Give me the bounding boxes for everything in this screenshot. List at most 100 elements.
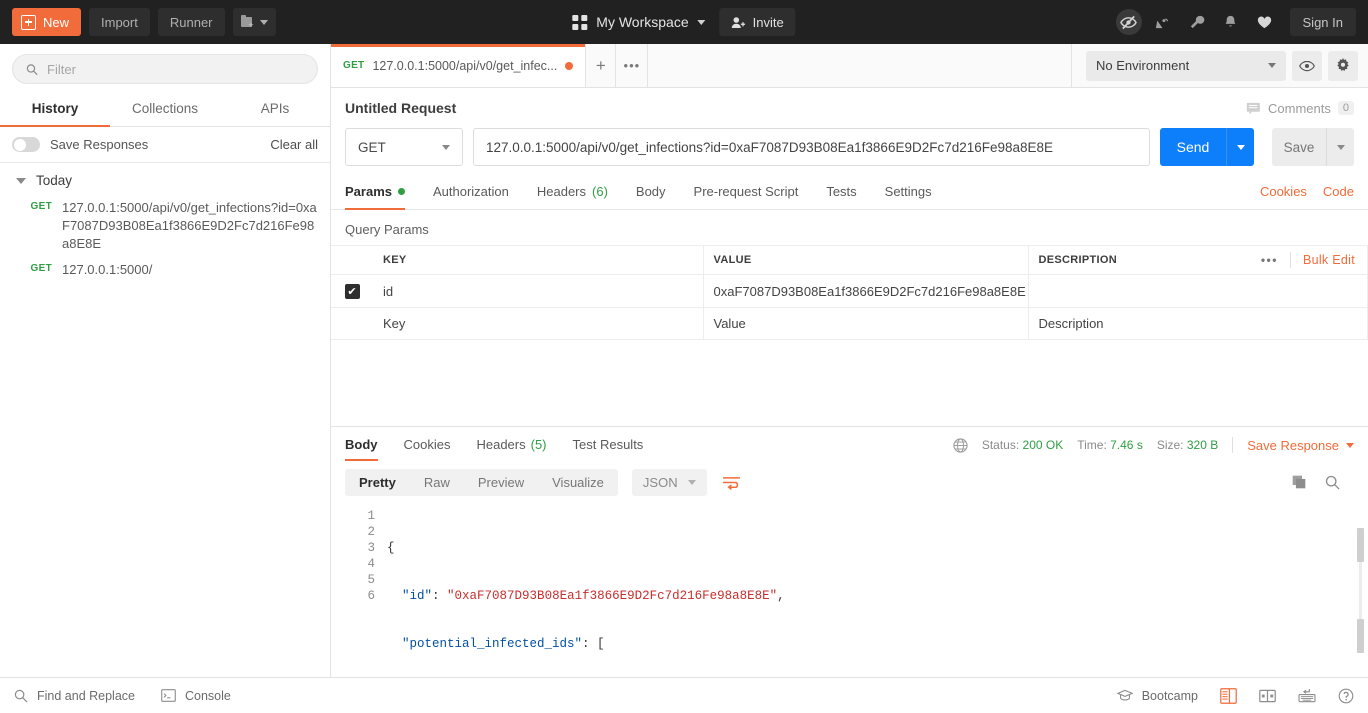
http-method-selector[interactable]: GET — [345, 128, 463, 166]
line-number: 1 — [367, 509, 375, 523]
table-row-empty[interactable]: Key Value Description — [331, 307, 1368, 340]
wrench-icon[interactable] — [1184, 9, 1210, 35]
url-row: GET 127.0.0.1:5000/api/v0/get_infections… — [331, 122, 1368, 176]
status-badge: 200 OK — [1022, 438, 1064, 452]
tab-authorization[interactable]: Authorization — [419, 176, 523, 209]
filter-box[interactable] — [12, 54, 318, 84]
satellite-icon[interactable] — [1150, 9, 1176, 35]
tab-headers[interactable]: Headers (6) — [523, 176, 622, 209]
send-button[interactable]: Send — [1160, 128, 1226, 166]
new-button[interactable]: New — [12, 8, 82, 36]
response-scrollbar-thumb-bottom[interactable] — [1357, 619, 1364, 653]
find-and-replace-button[interactable]: Find and Replace — [14, 689, 135, 703]
history-item[interactable]: GET 127.0.0.1:5000/ — [0, 257, 330, 283]
save-options-button[interactable] — [1326, 128, 1354, 166]
new-folder-dropdown-button[interactable]: + — [232, 8, 276, 36]
new-button-label: New — [43, 14, 70, 30]
bootcamp-button[interactable]: Bootcamp — [1116, 689, 1198, 703]
request-tabs-right: Cookies Code — [1260, 176, 1354, 209]
environment-quick-look-button[interactable] — [1292, 50, 1322, 81]
copy-icon[interactable] — [1292, 475, 1307, 490]
history-group-today[interactable]: Today — [0, 163, 330, 195]
sync-off-icon[interactable] — [1115, 9, 1142, 35]
tab-pre-request-script[interactable]: Pre-request Script — [680, 176, 813, 209]
tab-body[interactable]: Body — [622, 176, 680, 209]
keyboard-icon[interactable] — [1298, 688, 1316, 703]
settings-button[interactable] — [1328, 50, 1358, 81]
word-wrap-button[interactable] — [719, 470, 745, 496]
size-label: Size: — [1156, 438, 1184, 452]
tab-options-button[interactable]: ••• — [616, 44, 649, 87]
chevron-down-icon — [1346, 442, 1354, 448]
comments-button[interactable]: Comments 0 — [1246, 101, 1354, 116]
cookies-link[interactable]: Cookies — [1260, 184, 1307, 199]
invite-button[interactable]: Invite — [719, 8, 796, 36]
filter-wrapper — [0, 44, 330, 92]
save-response-button[interactable]: Save Response — [1247, 438, 1354, 453]
search-icon[interactable] — [1325, 475, 1340, 490]
save-responses-toggle[interactable] — [12, 137, 40, 152]
response-scrollbar-track[interactable] — [1357, 528, 1364, 653]
url-input[interactable]: 127.0.0.1:5000/api/v0/get_infections?id=… — [473, 128, 1150, 166]
send-options-button[interactable] — [1226, 128, 1254, 166]
chevron-down-icon — [687, 480, 696, 485]
row-value-placeholder[interactable]: Value — [703, 307, 1029, 340]
row-description[interactable] — [1028, 274, 1368, 308]
request-tab[interactable]: GET 127.0.0.1:5000/api/v0/get_infec... — [331, 44, 587, 87]
new-tab-button[interactable]: + — [586, 44, 617, 87]
clear-all-button[interactable]: Clear all — [270, 137, 318, 152]
save-button[interactable]: Save — [1272, 128, 1326, 166]
row-key[interactable]: id — [373, 274, 704, 308]
code-link[interactable]: Code — [1323, 184, 1354, 199]
row-description-placeholder[interactable]: Description — [1028, 307, 1368, 340]
row-value[interactable]: 0xaF7087D93B08Ea1f3866E9D2Fc7d216Fe98a8E… — [703, 274, 1029, 308]
response-tab-test-results[interactable]: Test Results — [560, 427, 657, 463]
table-row[interactable]: ✔ id 0xaF7087D93B08Ea1f3866E9D2Fc7d216Fe… — [331, 274, 1368, 308]
response-tab-body[interactable]: Body — [345, 427, 391, 463]
format-raw[interactable]: Raw — [410, 469, 464, 496]
history-item-url: 127.0.0.1:5000/api/v0/get_infections?id=… — [62, 200, 317, 251]
split-layout-icon[interactable] — [1259, 688, 1276, 704]
workspace-selector[interactable]: My Workspace — [572, 14, 706, 30]
filter-input[interactable] — [47, 61, 304, 77]
help-icon[interactable] — [1338, 688, 1354, 704]
tab-params[interactable]: Params — [345, 176, 419, 210]
two-pane-layout-icon[interactable] — [1220, 687, 1237, 704]
format-visualize[interactable]: Visualize — [538, 469, 618, 496]
sign-in-button[interactable]: Sign In — [1289, 8, 1356, 36]
tab-tests-label: Tests — [826, 184, 857, 199]
runner-button[interactable]: Runner — [157, 8, 225, 36]
environment-label: No Environment — [1096, 58, 1190, 73]
tab-settings[interactable]: Settings — [871, 176, 946, 209]
heart-icon[interactable] — [1252, 9, 1278, 35]
console-button[interactable]: Console — [161, 689, 231, 703]
response-tab-cookies[interactable]: Cookies — [391, 427, 464, 463]
response-tab-headers[interactable]: Headers (5) — [463, 427, 559, 463]
comments-label: Comments — [1268, 100, 1331, 116]
params-more-options-icon[interactable]: ••• — [1261, 253, 1278, 267]
console-label: Console — [184, 688, 231, 703]
sidebar-tab-apis[interactable]: APIs — [220, 92, 330, 126]
bell-icon[interactable] — [1218, 9, 1244, 35]
size-value: 320 B — [1186, 438, 1219, 452]
divider — [1232, 437, 1234, 453]
environment-selector[interactable]: No Environment — [1086, 50, 1286, 81]
format-preview[interactable]: Preview — [464, 469, 538, 496]
sidebar-tab-collections[interactable]: Collections — [110, 92, 220, 126]
line-number: 6 — [367, 589, 375, 603]
chevron-down-icon — [1268, 63, 1276, 68]
row-checkbox[interactable]: ✔ — [344, 284, 360, 299]
import-button[interactable]: Import — [89, 8, 150, 36]
chevron-down-icon — [1336, 144, 1345, 150]
bulk-edit-button[interactable]: Bulk Edit — [1303, 253, 1355, 267]
row-key-placeholder[interactable]: Key — [373, 307, 704, 340]
tab-tests[interactable]: Tests — [812, 176, 870, 209]
history-item[interactable]: GET 127.0.0.1:5000/api/v0/get_infections… — [0, 195, 330, 257]
sidebar-tab-history[interactable]: History — [0, 92, 110, 127]
response-language-selector[interactable]: JSON — [631, 469, 707, 496]
format-pretty[interactable]: Pretty — [345, 469, 410, 496]
response-body-code[interactable]: 1 2 3 4 5 6 { "id": "0xaF7087D93B08Ea1f3… — [331, 504, 1368, 677]
save-response-label: Save Response — [1247, 437, 1339, 453]
response-format-row: Pretty Raw Preview Visualize JSON — [331, 463, 1368, 504]
response-scrollbar-thumb-top[interactable] — [1357, 528, 1364, 562]
